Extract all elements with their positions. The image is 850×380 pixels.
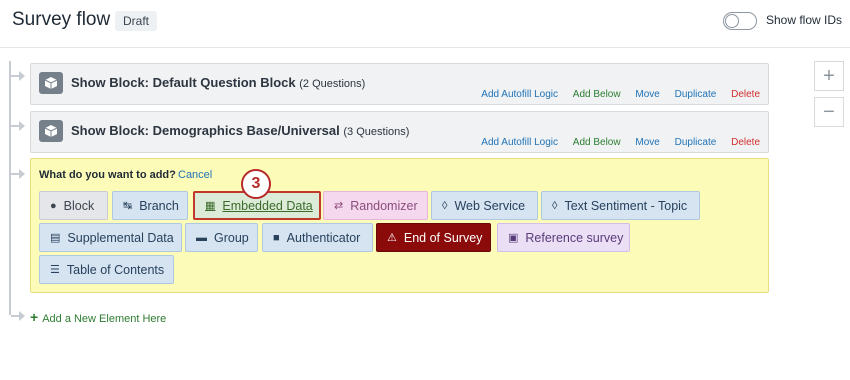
add-question: What do you want to add?: [39, 169, 176, 181]
status-badge: Draft: [115, 11, 158, 31]
add-element-panel: What do you want to add? Cancel ● Block ↹…: [30, 158, 769, 293]
delete-link[interactable]: Delete: [731, 137, 760, 148]
add-reference-survey-button[interactable]: ▣ Reference survey: [497, 223, 630, 252]
cube-icon: [39, 120, 63, 142]
flow-block-demographics[interactable]: Show Block: Demographics Base/Universal …: [30, 111, 769, 153]
folder-icon: ▬: [196, 231, 207, 244]
add-table-of-contents-button[interactable]: ☰ Table of Contents: [39, 255, 174, 284]
block-count: (3 Questions): [343, 126, 410, 138]
shuffle-icon: ⇄: [334, 200, 344, 212]
add-end-of-survey-button[interactable]: ⚠ End of Survey: [376, 223, 491, 252]
zoom-out-button[interactable]: −: [814, 97, 844, 127]
move-link[interactable]: Move: [635, 89, 659, 100]
add-below-link[interactable]: Add Below: [573, 137, 621, 148]
add-web-service-button[interactable]: ◊ Web Service: [431, 191, 538, 220]
flow-arrow-icon: [19, 121, 25, 131]
flow-arrow-icon: [19, 311, 25, 321]
rss-icon: ◊: [552, 199, 558, 212]
top-bar: Survey flow Draft Show flow IDs: [0, 0, 850, 48]
branch-icon: ↹: [123, 200, 133, 212]
cancel-link[interactable]: Cancel: [178, 169, 212, 181]
delete-link[interactable]: Delete: [731, 89, 760, 100]
add-new-element-link[interactable]: + Add a New Element Here: [30, 309, 166, 325]
page-title: Survey flow: [12, 9, 111, 30]
add-new-label: Add a New Element Here: [42, 313, 167, 325]
button-label: Branch: [139, 198, 179, 213]
block-actions: Add Autofill Logic Add Below Move Duplic…: [469, 137, 760, 148]
list-icon: ☰: [50, 264, 60, 276]
flow-line: [9, 61, 11, 315]
toggle-label: Show flow IDs: [766, 13, 843, 27]
duplicate-link[interactable]: Duplicate: [675, 89, 717, 100]
button-label: Text Sentiment - Topic: [564, 198, 688, 213]
add-block-button[interactable]: ● Block: [39, 191, 108, 220]
button-label: Supplemental Data: [67, 230, 174, 245]
add-text-sentiment-button[interactable]: ◊ Text Sentiment - Topic: [541, 191, 700, 220]
block-count: (2 Questions): [299, 78, 366, 90]
warning-icon: ⚠: [387, 232, 397, 244]
flow-block-default[interactable]: Show Block: Default Question Block (2 Qu…: [30, 63, 769, 105]
button-label: Group: [214, 230, 249, 245]
button-label: Table of Contents: [66, 262, 165, 277]
add-branch-button[interactable]: ↹ Branch: [112, 191, 188, 220]
clipboard-icon: ▣: [508, 232, 519, 244]
cube-icon: ●: [50, 199, 57, 212]
lock-icon: ■: [273, 231, 280, 244]
button-label: Block: [63, 198, 95, 213]
show-flow-ids-toggle[interactable]: [723, 12, 757, 30]
add-supplemental-data-button[interactable]: ▤ Supplemental Data: [39, 223, 182, 252]
button-label: Reference survey: [525, 230, 624, 245]
block-title: Show Block: Demographics Base/Universal …: [71, 123, 409, 138]
block-title-text: Show Block: Demographics Base/Universal: [71, 123, 340, 138]
duplicate-link[interactable]: Duplicate: [675, 137, 717, 148]
button-label: Web Service: [454, 198, 526, 213]
button-label: Authenticator: [286, 230, 361, 245]
toggle-knob: [725, 14, 739, 28]
rss-icon: ◊: [442, 199, 448, 212]
plus-icon: +: [30, 309, 39, 325]
move-link[interactable]: Move: [635, 137, 659, 148]
flow-arrow-icon: [19, 169, 25, 179]
add-group-button[interactable]: ▬ Group: [185, 223, 258, 252]
database-icon: ▤: [50, 232, 61, 244]
step-number-badge: 3: [241, 169, 271, 199]
add-authenticator-button[interactable]: ■ Authenticator: [262, 223, 373, 252]
add-autofill-logic-link[interactable]: Add Autofill Logic: [481, 89, 558, 100]
button-label: Embedded Data: [222, 198, 313, 213]
button-label: End of Survey: [403, 230, 483, 245]
embedded-data-icon: ▦: [205, 200, 216, 212]
block-title-text: Show Block: Default Question Block: [71, 75, 296, 90]
add-randomizer-button[interactable]: ⇄ Randomizer: [323, 191, 428, 220]
add-below-link[interactable]: Add Below: [573, 89, 621, 100]
block-title: Show Block: Default Question Block (2 Qu…: [71, 75, 365, 90]
flow-arrow-icon: [19, 71, 25, 81]
block-actions: Add Autofill Logic Add Below Move Duplic…: [469, 89, 760, 100]
button-label: Randomizer: [350, 198, 418, 213]
zoom-in-button[interactable]: +: [814, 61, 844, 91]
cube-icon: [39, 72, 63, 94]
add-autofill-logic-link[interactable]: Add Autofill Logic: [481, 137, 558, 148]
